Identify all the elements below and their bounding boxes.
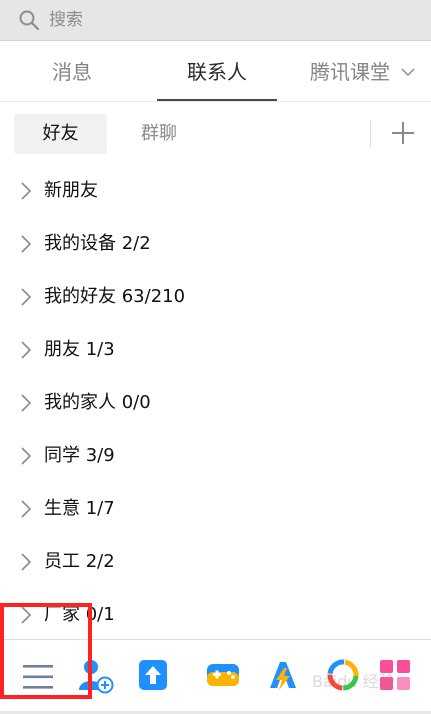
group-label: 我的设备 2/2 bbox=[44, 233, 151, 254]
main-tabs: 消息 联系人 腾讯课堂 bbox=[0, 41, 431, 101]
chevron-down-icon[interactable] bbox=[401, 67, 415, 77]
add-icon[interactable] bbox=[388, 118, 418, 148]
group-row-my-devices[interactable]: 我的设备 2/2 bbox=[0, 217, 431, 270]
group-label: 同学 3/9 bbox=[44, 445, 115, 466]
tab-messages[interactable]: 消息 bbox=[10, 41, 134, 101]
chevron-right-icon bbox=[21, 288, 32, 306]
group-row-business[interactable]: 生意 1/7 bbox=[0, 482, 431, 535]
upload-icon[interactable] bbox=[136, 658, 170, 692]
contact-group-list: 新朋友 我的设备 2/2 我的好友 63/210 朋友 1/3 我的家人 0/0… bbox=[0, 164, 431, 641]
search-input[interactable] bbox=[49, 5, 389, 35]
chevron-right-icon bbox=[21, 182, 32, 200]
group-label: 员工 2/2 bbox=[44, 551, 115, 572]
group-label: 我的好友 63/210 bbox=[44, 286, 186, 307]
chevron-right-icon bbox=[21, 447, 32, 465]
group-row-classmates[interactable]: 同学 3/9 bbox=[0, 429, 431, 482]
watermark-text: Baidu 经验 bbox=[312, 672, 395, 691]
group-row-my-friends[interactable]: 我的好友 63/210 bbox=[0, 270, 431, 323]
thunder-icon[interactable] bbox=[264, 658, 300, 692]
group-row-friends[interactable]: 朋友 1/3 bbox=[0, 323, 431, 376]
group-row-employees[interactable]: 员工 2/2 bbox=[0, 535, 431, 588]
game-icon[interactable] bbox=[205, 658, 241, 692]
tab-contacts[interactable]: 联系人 bbox=[157, 41, 277, 101]
group-label: 我的家人 0/0 bbox=[44, 392, 151, 413]
search-bar[interactable] bbox=[0, 0, 431, 41]
group-label: 朋友 1/3 bbox=[44, 339, 115, 360]
search-icon bbox=[19, 10, 39, 30]
subtab-friends[interactable]: 好友 bbox=[14, 114, 107, 154]
chevron-right-icon bbox=[21, 394, 32, 412]
subtab-group-chats[interactable]: 群聊 bbox=[118, 114, 200, 154]
group-row-new-friends[interactable]: 新朋友 bbox=[0, 164, 431, 217]
chevron-right-icon bbox=[21, 235, 32, 253]
chevron-right-icon bbox=[21, 341, 32, 359]
subtab-divider bbox=[370, 120, 371, 148]
group-label: 新朋友 bbox=[44, 180, 98, 201]
contact-subtabs: 好友 群聊 bbox=[0, 102, 431, 164]
chevron-right-icon bbox=[21, 553, 32, 571]
group-row-family[interactable]: 我的家人 0/0 bbox=[0, 376, 431, 429]
chevron-right-icon bbox=[21, 500, 32, 518]
highlight-box bbox=[0, 603, 92, 699]
group-label: 生意 1/7 bbox=[44, 498, 115, 519]
tab-tencent-classroom[interactable]: 腾讯课堂 bbox=[300, 41, 400, 101]
